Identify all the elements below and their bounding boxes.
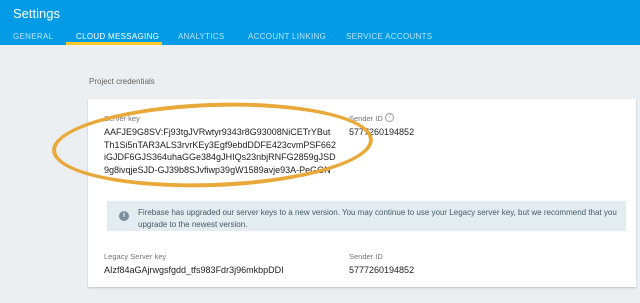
section-heading: Project credentials bbox=[89, 77, 155, 86]
legacy-server-key-value[interactable]: AIzf84aGAjrwgsfgdd_tfs983Fdr3j96mkbpDDI bbox=[104, 264, 284, 277]
upgrade-info-banner: i Firebase has upgraded our server keys … bbox=[107, 201, 626, 231]
tab-service-accounts[interactable]: SERVICE ACCOUNTS bbox=[346, 32, 432, 41]
app-header: Settings GENERAL CLOUD MESSAGING ANALYTI… bbox=[0, 0, 640, 45]
info-icon: i bbox=[119, 211, 129, 221]
tab-cloud-messaging[interactable]: CLOUD MESSAGING bbox=[76, 32, 159, 41]
page-title: Settings bbox=[13, 6, 60, 21]
active-tab-indicator bbox=[66, 42, 162, 45]
upgrade-info-text: Firebase has upgraded our server keys to… bbox=[138, 208, 617, 229]
legacy-sender-id-label: Sender ID bbox=[349, 252, 383, 261]
legacy-sender-id-value[interactable]: 5777260194852 bbox=[349, 264, 414, 277]
tab-account-linking[interactable]: ACCOUNT LINKING bbox=[248, 32, 326, 41]
tab-general[interactable]: GENERAL bbox=[13, 32, 53, 41]
legacy-server-key-label: Legacy Server key bbox=[104, 252, 167, 261]
tab-analytics[interactable]: ANALYTICS bbox=[178, 32, 225, 41]
help-icon[interactable]: ? bbox=[385, 113, 394, 122]
